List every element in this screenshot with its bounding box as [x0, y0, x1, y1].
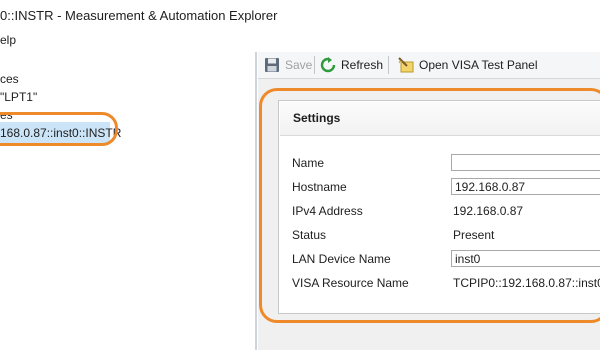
- toolbar-separator: [314, 56, 315, 74]
- open-visa-test-panel-button[interactable]: Open VISA Test Panel: [398, 56, 538, 74]
- menu-help[interactable]: elp: [0, 33, 16, 47]
- refresh-button[interactable]: Refresh: [320, 56, 383, 74]
- config-tree: ces "LPT1" es 168.0.87::inst0::INSTR: [0, 54, 255, 350]
- toolbar: Save Refresh Open VISA Test Panel: [258, 52, 600, 79]
- window-title: 0::INSTR - Measurement & Automation Expl…: [0, 8, 278, 23]
- title-bar: 0::INSTR - Measurement & Automation Expl…: [0, 0, 600, 30]
- save-button[interactable]: Save: [264, 56, 312, 74]
- toolbar-separator: [388, 56, 389, 74]
- visa-test-panel-label: Open VISA Test Panel: [419, 58, 538, 72]
- refresh-icon: [320, 57, 336, 73]
- menu-bar: elp: [0, 30, 600, 52]
- tree-item-devices[interactable]: ces: [0, 72, 19, 86]
- highlight-annotation-settings: [259, 88, 600, 323]
- refresh-label: Refresh: [341, 58, 384, 72]
- highlight-annotation-tree: [0, 112, 118, 146]
- tree-item-lpt1[interactable]: "LPT1": [0, 90, 37, 104]
- save-label: Save: [285, 58, 313, 72]
- save-icon: [264, 57, 280, 73]
- visa-test-panel-icon: [398, 57, 414, 73]
